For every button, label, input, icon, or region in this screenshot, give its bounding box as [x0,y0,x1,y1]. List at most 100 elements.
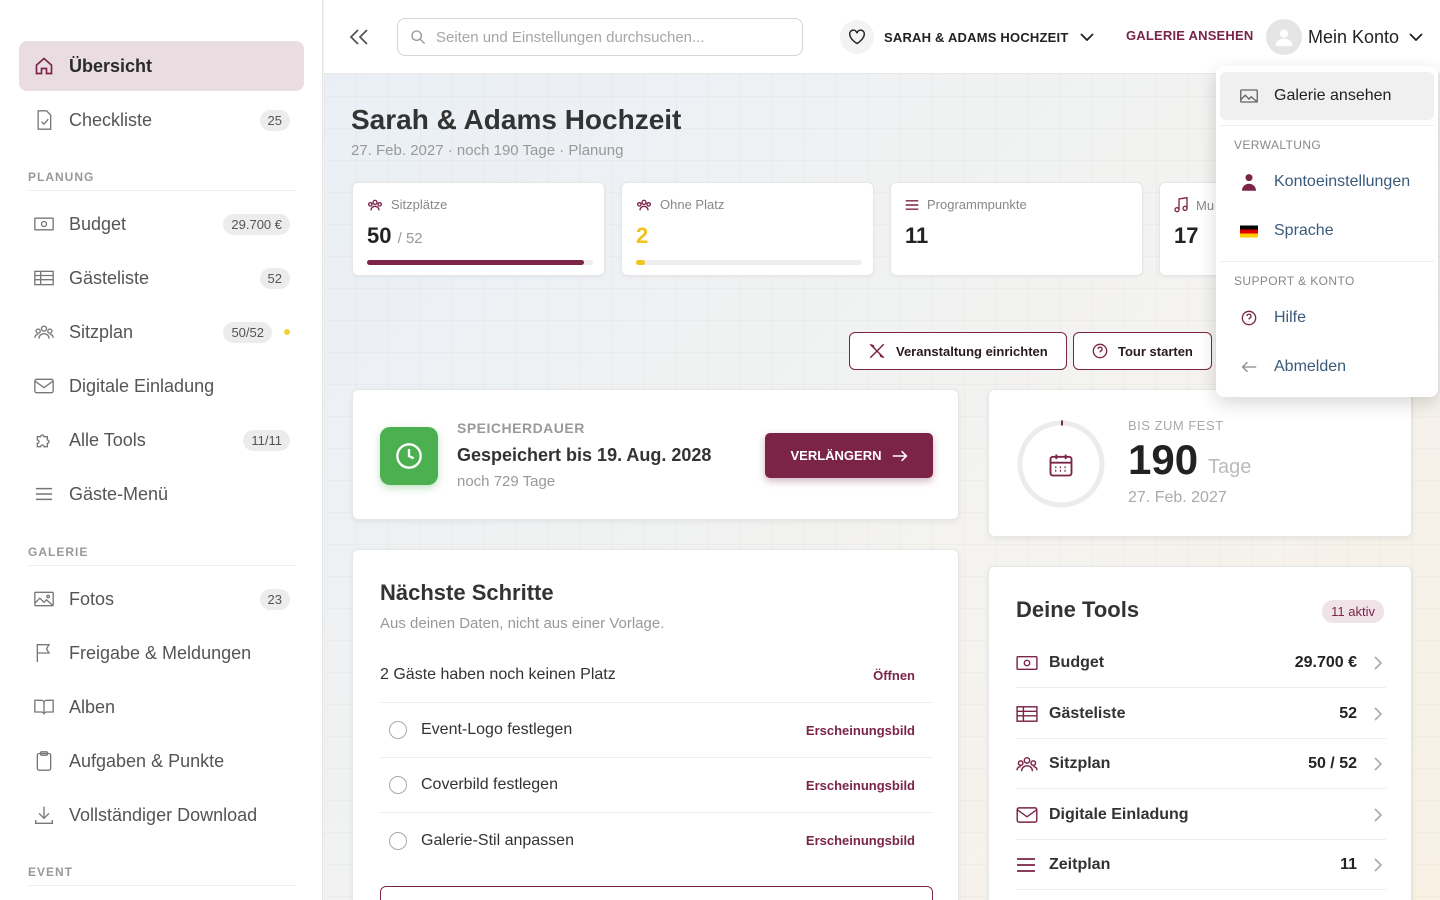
card-title: Nächste Schritte [380,580,554,605]
money-icon [33,213,55,235]
progress-bar [367,260,593,265]
more-steps-button[interactable] [380,886,933,900]
puzzle-icon [33,429,55,451]
start-tour-button[interactable]: Tour starten [1073,332,1212,370]
sidebar-item-fotos[interactable]: Fotos 23 [19,574,304,624]
checklist-icon [33,109,55,131]
step-text: Coverbild festlegen [421,776,558,793]
view-gallery-link[interactable]: GALERIE ANSEHEN [1126,28,1253,43]
stat-value-number: 17 [1174,223,1199,248]
tool-row-sitzplan[interactable]: Sitzplan 50 / 52 [1016,739,1386,789]
stat-card-sitzplaetze[interactable]: Sitzplätze 50 / 52 [352,182,605,276]
checkbox[interactable] [389,721,407,739]
sidebar-item-digitale-einladung[interactable]: Digitale Einladung [19,361,304,411]
menu-section-title: VERWALTUNG [1234,138,1322,152]
event-switcher[interactable]: SARAH & ADAMS HOCHZEIT [840,18,1095,56]
menu-item-label: Sprache [1274,222,1334,239]
sidebar-item-alle-tools[interactable]: Alle Tools 11/11 [19,415,304,465]
download-icon [33,804,55,826]
german-flag-icon [1240,225,1258,238]
checkbox[interactable] [389,776,407,794]
sidebar-item-sitzplan[interactable]: Sitzplan 50/52 [19,307,304,357]
setup-event-button[interactable]: Veranstaltung einrichten [849,332,1067,370]
button-label: VERLÄNGERN [790,448,882,463]
stat-card-ohne-platz[interactable]: Ohne Platz 2 [621,182,874,276]
section-title-event: EVENT [28,865,74,879]
calendar-icon [1047,451,1075,479]
image-icon [33,588,55,610]
step-action-link[interactable]: Erscheinungsbild [806,723,915,738]
stat-value: 11 [905,223,928,249]
step-row[interactable]: Coverbild festlegen Erscheinungsbild [380,758,933,813]
table-icon [1016,705,1038,723]
stat-value: 17 [1174,223,1198,249]
status-dot [284,329,290,335]
arrow-right-icon [892,450,908,462]
checkbox[interactable] [389,831,407,850]
tool-row-digitale-einladung[interactable]: Digitale Einladung [1016,790,1386,840]
search-box[interactable] [397,18,803,56]
list-icon [1016,857,1038,873]
stat-value-number: 2 [636,223,649,248]
chevron-right-icon [1374,756,1382,771]
sidebar-item-label: Gästeliste [69,267,150,288]
sidebar-item-gaesteliste[interactable]: Gästeliste 52 [19,253,304,303]
account-menu-button[interactable]: Mein Konto [1266,18,1423,56]
sidebar-item-uebersicht[interactable]: Übersicht [19,41,304,91]
sidebar-item-gaeste-menue[interactable]: Gäste-Menü [19,469,304,519]
sidebar: Übersicht Checkliste 25 PLANUNG Budget 2… [0,0,323,900]
clock-icon [380,427,438,485]
book-icon [33,696,55,718]
sidebar-item-freigabe[interactable]: Freigabe & Meldungen [19,628,304,678]
sidebar-item-label: Übersicht [69,55,153,76]
search-input[interactable] [436,28,766,46]
sidebar-item-alben[interactable]: Alben [19,682,304,732]
step-action-link[interactable]: Öffnen [873,668,915,683]
tool-row-gaesteliste[interactable]: Gästeliste 52 [1016,689,1386,739]
sidebar-item-label: Gäste-Menü [69,483,169,504]
sidebar-item-aufgaben[interactable]: Aufgaben & Punkte [19,736,304,786]
collapse-sidebar-button[interactable] [344,22,374,52]
menu-item-abmelden[interactable]: Abmelden [1220,343,1434,391]
active-count-badge: 11 aktiv [1322,600,1384,623]
menu-item-label: Hilfe [1274,309,1307,326]
sidebar-item-download[interactable]: Vollständiger Download [19,790,304,840]
stat-value-number: 50 [367,223,392,248]
step-row[interactable]: Galerie-Stil anpassen Erscheinungsbild [380,813,933,868]
page-subtitle: 27. Feb. 2027 · noch 190 Tage · Planung [351,142,624,159]
tool-row-budget[interactable]: Budget 29.700 € [1016,638,1386,688]
menu-item-label: Kontoeinstellungen [1274,173,1411,190]
step-row[interactable]: Event-Logo festlegen Erscheinungsbild [380,703,933,758]
step-action-link[interactable]: Erscheinungsbild [806,833,915,848]
menu-item-galerie-ansehen[interactable]: Galerie ansehen [1220,72,1434,120]
stat-card-programmpunkte[interactable]: Programmpunkte 11 [890,182,1143,276]
tool-label: Gästeliste [1049,704,1126,722]
storage-remaining: noch 729 Tage [457,473,556,490]
storage-label: SPEICHERDAUER [457,420,585,436]
account-dropdown: Galerie ansehen VERWALTUNG Kontoeinstell… [1216,66,1438,397]
table-icon [33,267,55,289]
countdown-label: BIS ZUM FEST [1128,418,1224,433]
menu-item-kontoeinstellungen[interactable]: Kontoeinstellungen [1220,158,1434,206]
count-badge: 29.700 € [223,213,290,235]
countdown-number: 190 [1128,436,1199,483]
people-icon [33,321,55,343]
chevron-down-icon [1409,33,1423,41]
sidebar-item-checkliste[interactable]: Checkliste 25 [19,95,304,145]
storage-card: SPEICHERDAUER Gespeichert bis 19. Aug. 2… [352,389,959,520]
step-text: 2 Gäste haben noch keinen Platz [380,666,616,683]
step-action-link[interactable]: Erscheinungsbild [806,778,915,793]
button-label: Tour starten [1118,343,1193,359]
extend-button[interactable]: VERLÄNGERN [765,433,933,478]
event-name: SARAH & ADAMS HOCHZEIT [884,29,1069,45]
menu-item-sprache[interactable]: Sprache [1220,207,1434,255]
sidebar-item-budget[interactable]: Budget 29.700 € [19,199,304,249]
step-row[interactable]: 2 Gäste haben noch keinen Platz Öffnen [380,648,933,703]
tool-label: Digitale Einladung [1049,805,1189,823]
tool-value: 11 [1340,855,1357,873]
menu-item-label: Galerie ansehen [1274,87,1392,104]
page-title: Sarah & Adams Hochzeit [351,104,682,135]
tool-row-zeitplan[interactable]: Zeitplan 11 [1016,840,1386,890]
menu-item-hilfe[interactable]: Hilfe [1220,294,1434,342]
topbar: SARAH & ADAMS HOCHZEIT GALERIE ANSEHEN M… [324,0,1440,74]
